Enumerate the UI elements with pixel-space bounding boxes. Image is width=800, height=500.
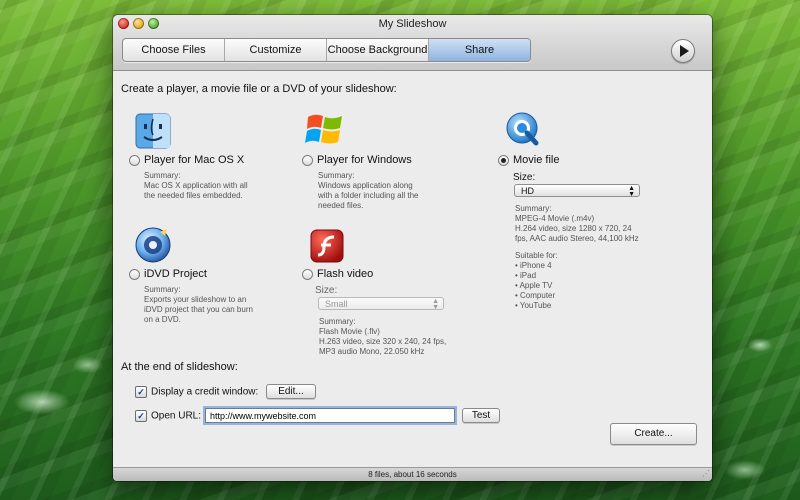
flash-summary: Summary: Flash Movie (.flv) H.263 video,… [319, 317, 446, 357]
summary-line: the needed files embedded. [144, 191, 243, 200]
flash-size-value: Small [325, 299, 348, 309]
windows-player-label: Player for Windows [317, 154, 412, 166]
finder-icon [135, 113, 171, 152]
open-url-option[interactable]: ✓ Open URL: [135, 410, 201, 422]
resize-grip-icon[interactable]: ⋰ [702, 467, 710, 481]
tab-bar: Choose Files Customize Slideshow Choose … [122, 38, 531, 62]
summary-title: Summary: [319, 317, 356, 326]
summary-line: H.263 video, size 320 x 240, 24 fps, [319, 337, 447, 346]
status-text: 8 files, about 16 seconds [368, 470, 457, 479]
url-input[interactable] [205, 408, 455, 423]
window-title: My Slideshow [378, 18, 447, 30]
create-button[interactable]: Create... [610, 423, 697, 445]
end-heading: At the end of slideshow: [121, 361, 238, 373]
updown-arrows-icon: ▲ ▼ [628, 185, 635, 198]
suitable-item: • Apple TV [515, 281, 553, 290]
summary-line: iDVD project that you can burn [144, 305, 253, 314]
option-windows-player[interactable]: Player for Windows [302, 154, 412, 166]
tab-choose-files[interactable]: Choose Files [123, 39, 225, 61]
suitable-item: • iPhone 4 [515, 261, 552, 270]
summary-title: Summary: [318, 171, 355, 180]
flash-video-label: Flash video [317, 268, 374, 280]
summary-title: Summary: [515, 204, 552, 213]
suitable-title: Suitable for: [515, 251, 558, 260]
suitable-item: • Computer [515, 291, 556, 300]
movie-file-label: Movie file [513, 154, 560, 166]
play-icon[interactable] [671, 39, 695, 63]
idvd-icon [134, 226, 172, 267]
summary-line: MPEG-4 Movie (.m4v) [515, 214, 595, 223]
option-movie-file[interactable]: Movie file [498, 154, 559, 166]
summary-title: Summary: [144, 285, 181, 294]
summary-line: fps, AAC audio Stereo, 44,100 kHz [515, 234, 639, 243]
flash-icon [310, 229, 344, 266]
windows-player-radio[interactable] [302, 154, 313, 166]
summary-title: Summary: [144, 171, 181, 180]
mac-player-summary: Summary: Mac OS X application with all t… [144, 171, 248, 201]
movie-summary: Summary: MPEG-4 Movie (.m4v) H.264 video… [515, 204, 639, 311]
mac-player-label: Player for Mac OS X [144, 154, 245, 166]
summary-line: Windows application along [318, 181, 413, 190]
windows-logo-icon [305, 111, 345, 152]
summary-line: Mac OS X application with all [144, 181, 248, 190]
share-heading: Create a player, a movie file or a DVD o… [121, 83, 397, 95]
mac-player-radio[interactable] [129, 154, 140, 166]
edit-credit-button[interactable]: Edit... [266, 384, 316, 399]
option-idvd-project[interactable]: iDVD Project [129, 268, 207, 280]
open-url-checkbox[interactable]: ✓ [135, 410, 147, 422]
flash-video-radio[interactable] [302, 268, 313, 280]
movie-size-value: HD [521, 186, 534, 196]
suitable-item: • iPad [515, 271, 537, 280]
movie-size-label: Size: [513, 172, 536, 183]
credit-window-label: Display a credit window: [151, 386, 259, 398]
tab-customize-slideshow[interactable]: Customize Slideshow [225, 39, 327, 61]
toolbar: My Slideshow Choose Files Customize Slid… [113, 15, 712, 71]
test-url-button[interactable]: Test [462, 408, 500, 423]
tab-choose-background[interactable]: Choose Background [327, 39, 429, 61]
credit-window-option[interactable]: ✓ Display a credit window: [135, 386, 258, 398]
windows-player-summary: Summary: Windows application along with … [318, 171, 419, 211]
summary-line: Flash Movie (.flv) [319, 327, 380, 336]
summary-line: Exports your slideshow to an [144, 295, 247, 304]
flash-size-select[interactable]: Small ▲ ▼ [318, 297, 444, 311]
suitable-item: • YouTube [515, 301, 552, 310]
movie-size-select[interactable]: HD ▲ ▼ [514, 184, 640, 198]
movie-file-radio[interactable] [498, 154, 509, 166]
status-bar: 8 files, about 16 seconds ⋰ [113, 467, 712, 481]
updown-arrows-icon: ▲ ▼ [432, 298, 439, 311]
option-mac-player[interactable]: Player for Mac OS X [129, 154, 244, 166]
credit-window-checkbox[interactable]: ✓ [135, 386, 147, 398]
summary-line: MP3 audio Mono, 22.050 kHz [319, 347, 425, 356]
summary-line: H.264 video, size 1280 x 720, 24 [515, 224, 632, 233]
idvd-summary: Summary: Exports your slideshow to an iD… [144, 285, 253, 325]
summary-line: with a folder including all the [318, 191, 419, 200]
option-flash-video[interactable]: Flash video [302, 268, 373, 280]
open-url-label: Open URL: [151, 410, 202, 422]
quicktime-icon [505, 111, 541, 152]
flash-size-label: Size: [315, 285, 338, 296]
idvd-project-radio[interactable] [129, 268, 140, 280]
summary-line: on a DVD. [144, 315, 181, 324]
summary-line: needed files. [318, 201, 364, 210]
tab-share[interactable]: Share [429, 39, 530, 61]
app-window: My Slideshow Choose Files Customize Slid… [113, 15, 712, 481]
share-panel: Create a player, a movie file or a DVD o… [113, 71, 712, 467]
idvd-project-label: iDVD Project [144, 268, 207, 280]
